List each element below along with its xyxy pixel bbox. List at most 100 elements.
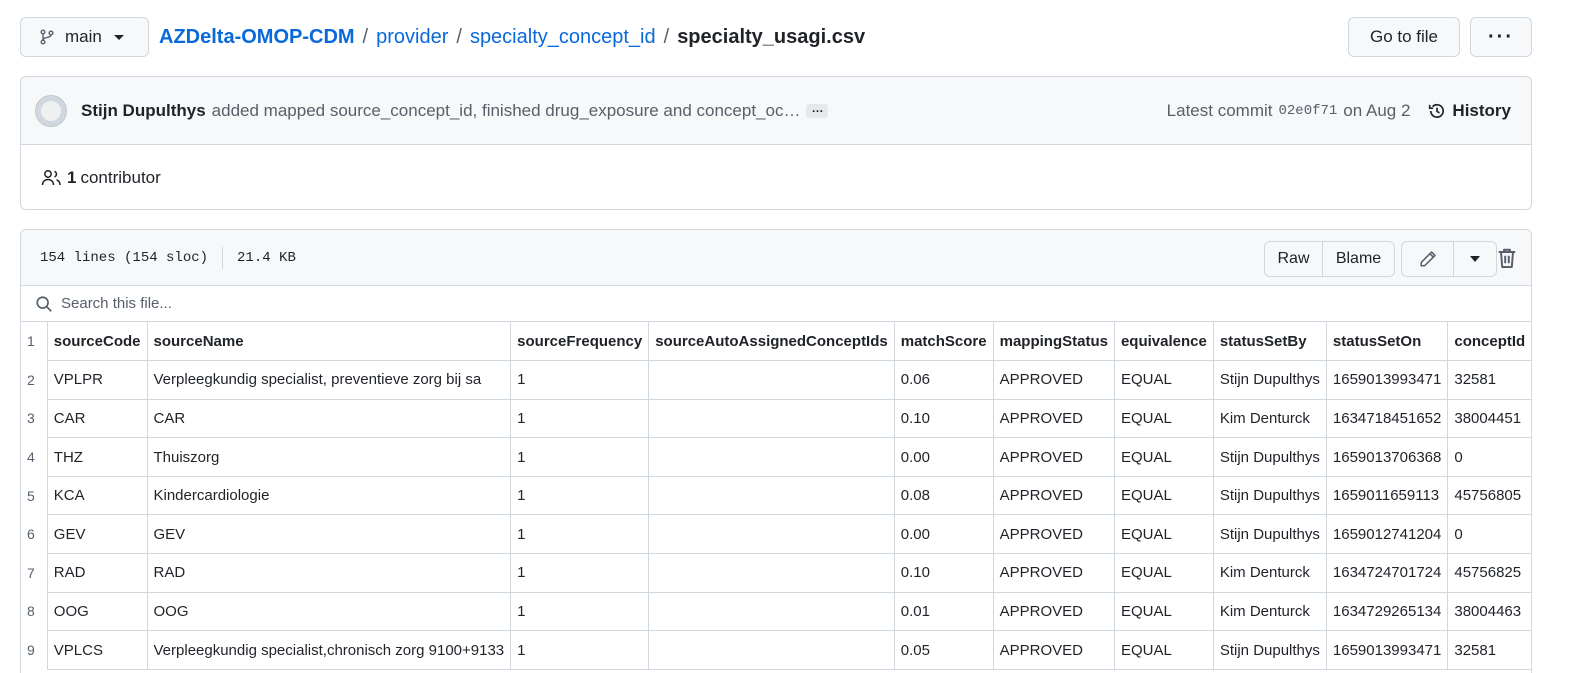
column-header: sourceCode — [46, 322, 148, 362]
table-row: 3 CAR CAR 1 0.10 APPROVED EQUAL Kim Denturck 163… — [21, 398, 1531, 439]
table-cell: 45756825 — [1447, 553, 1531, 593]
history-icon — [1429, 104, 1445, 118]
table-cell: 1 — [510, 514, 650, 555]
file-search-input[interactable] — [61, 295, 461, 312]
pencil-icon — [1419, 251, 1436, 267]
breadcrumb-path-provider[interactable]: provider — [376, 26, 448, 49]
table-row: 6 GEV GEV 1 0.00 APPROVED EQUAL Stijn Dupulthys… — [21, 514, 1531, 555]
table-cell: EQUAL — [1113, 591, 1214, 632]
table-cell: EQUAL — [1113, 475, 1214, 516]
more-options-button[interactable]: ··· — [1470, 17, 1532, 57]
table-header-row: 1 sourceCode sourceName sourceFrequency sour… — [21, 322, 1531, 362]
contributors-row[interactable]: 1 contributor — [21, 145, 1531, 210]
table-cell: EQUAL — [1113, 553, 1214, 593]
line-number[interactable]: 1 — [21, 322, 47, 361]
column-header: sourceFrequency — [510, 322, 650, 362]
table-cell: 0.10 — [893, 553, 994, 593]
line-number[interactable]: 2 — [21, 361, 47, 400]
column-header: statusSetBy — [1212, 322, 1327, 362]
contributor-label: contributor — [80, 167, 161, 187]
table-cell: GEV — [46, 514, 148, 555]
contributor-count: 1 — [67, 167, 77, 187]
history-link[interactable]: History — [1428, 101, 1511, 121]
table-cell: APPROVED — [992, 475, 1115, 516]
table-cell: 1 — [510, 553, 650, 593]
table-cell: 1634724701724 — [1325, 553, 1449, 593]
commit-sha-link[interactable]: 02e0f71 — [1278, 103, 1337, 119]
table-cell: APPROVED — [992, 514, 1115, 555]
edit-group — [1401, 241, 1497, 277]
table-cell: Kindercardiologie — [146, 475, 512, 516]
table-cell: 1659011659113 — [1325, 475, 1449, 516]
table-cell: EQUAL — [1113, 360, 1214, 400]
table-cell: RAD — [46, 553, 148, 593]
csv-table: 1 sourceCode sourceName sourceFrequency sour… — [21, 322, 1531, 670]
raw-button[interactable]: Raw — [1265, 242, 1323, 276]
table-cell: APPROVED — [992, 360, 1115, 400]
table-cell: Stijn Dupulthys — [1212, 630, 1327, 670]
table-row: 8 OOG OOG 1 0.01 APPROVED EQUAL Kim Denturck 163… — [21, 591, 1531, 632]
table-row: 4 THZ Thuiszorg 1 0.00 APPROVED EQUAL Stijn Dup… — [21, 437, 1531, 477]
table-cell: VPLCS — [46, 630, 148, 670]
table-cell: 0.01 — [893, 591, 994, 632]
table-cell: 0.00 — [893, 437, 994, 477]
table-cell: Thuiszorg — [146, 437, 512, 477]
table-cell: Kim Denturck — [1212, 591, 1327, 632]
table-cell: 1 — [510, 360, 650, 400]
line-number[interactable]: 4 — [21, 438, 47, 477]
edit-file-button[interactable] — [1402, 242, 1454, 276]
edit-dropdown-button[interactable] — [1454, 242, 1496, 276]
column-header: statusSetOn — [1325, 322, 1449, 362]
expand-commit-button[interactable]: … — [806, 102, 829, 118]
commit-author-link[interactable]: Stijn Dupulthys — [81, 101, 206, 121]
line-number[interactable]: 5 — [21, 476, 47, 515]
table-cell: GEV — [146, 514, 512, 555]
raw-blame-group: Raw Blame — [1264, 241, 1395, 277]
line-count: 154 lines (154 sloc) — [40, 249, 209, 266]
line-number[interactable]: 9 — [21, 631, 47, 670]
go-to-file-button[interactable]: Go to file — [1348, 17, 1460, 57]
table-cell: 1634718451652 — [1325, 398, 1449, 439]
commit-box: Stijn Dupulthys added mapped source_conc… — [20, 76, 1532, 210]
breadcrumb-repo-link[interactable]: AZDelta-OMOP-CDM — [159, 26, 355, 49]
people-icon — [41, 169, 61, 185]
table-cell: Verpleegkundig specialist,chronisch zorg… — [146, 630, 512, 670]
caret-down-icon — [1470, 256, 1480, 262]
table-cell: 1 — [510, 398, 650, 439]
breadcrumb-separator: / — [663, 25, 670, 48]
table-cell: Stijn Dupulthys — [1212, 360, 1327, 400]
breadcrumb: AZDelta-OMOP-CDM / provider / specialty_… — [159, 17, 865, 57]
table-cell: 0.05 — [893, 630, 994, 670]
file-viewer: 154 lines (154 sloc) 21.4 KB Raw Blame 1… — [20, 229, 1532, 673]
table-cell: 1 — [510, 630, 650, 670]
trash-icon[interactable] — [1495, 246, 1519, 270]
table-cell: Stijn Dupulthys — [1212, 475, 1327, 516]
branch-select-button[interactable]: main — [20, 17, 149, 57]
table-cell: 1634729265134 — [1325, 591, 1449, 632]
avatar[interactable] — [35, 94, 67, 127]
breadcrumb-path-specialty[interactable]: specialty_concept_id — [470, 26, 656, 49]
table-cell: 1659013993471 — [1325, 630, 1449, 670]
table-cell: 0 — [1447, 514, 1531, 555]
blame-button[interactable]: Blame — [1323, 242, 1394, 276]
table-cell: Stijn Dupulthys — [1212, 514, 1327, 555]
breadcrumb-file-name: specialty_usagi.csv — [677, 25, 866, 48]
commit-message-link[interactable]: added mapped source_concept_id, finished… — [212, 101, 801, 121]
table-cell: APPROVED — [992, 591, 1115, 632]
line-number[interactable]: 7 — [21, 554, 47, 593]
line-number[interactable]: 6 — [21, 515, 47, 554]
table-cell: 0.10 — [893, 398, 994, 439]
table-cell: THZ — [46, 437, 148, 477]
table-row: 5 KCA Kindercardiologie 1 0.08 APPROVED EQUAL S… — [21, 475, 1531, 516]
git-branch-icon — [40, 29, 54, 45]
file-search-row — [21, 286, 1531, 322]
table-cell — [648, 591, 895, 632]
table-cell: Kim Denturck — [1212, 553, 1327, 593]
column-header: matchScore — [893, 322, 994, 362]
line-number[interactable]: 8 — [21, 592, 47, 631]
table-cell: 1 — [510, 437, 650, 477]
table-cell: EQUAL — [1113, 630, 1214, 670]
line-number[interactable]: 3 — [21, 399, 47, 438]
table-row: 2 VPLPR Verpleegkundig specialist, prevent… — [21, 360, 1531, 400]
table-row: 7 RAD RAD 1 0.10 APPROVED EQUAL Kim Denturck 163… — [21, 553, 1531, 593]
